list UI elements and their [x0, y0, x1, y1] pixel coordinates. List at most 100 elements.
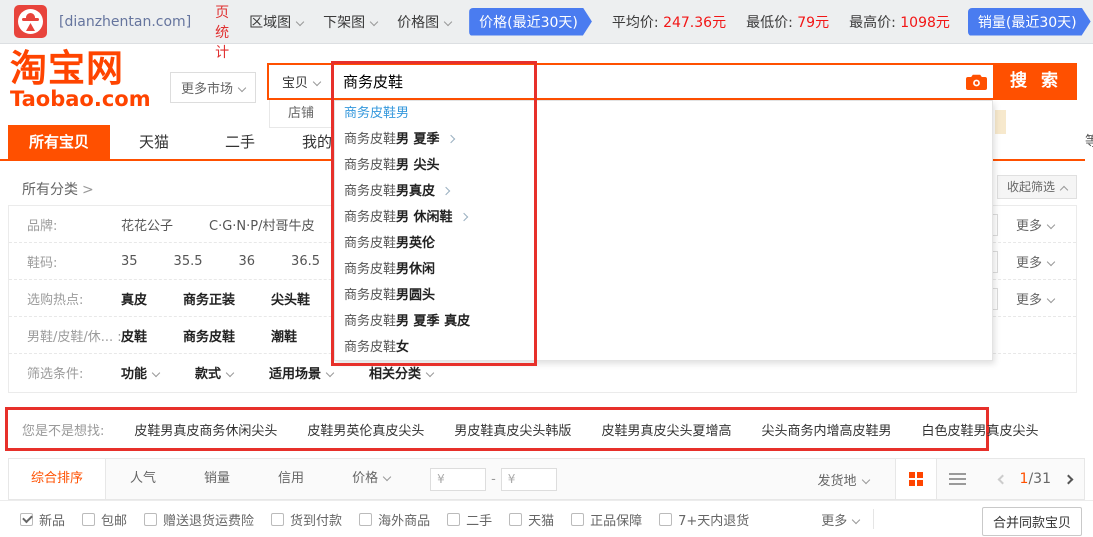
chevron-down-icon [861, 475, 869, 483]
checkbox[interactable] [447, 513, 460, 526]
sort-tab[interactable]: 价格 [328, 459, 414, 499]
taobao-logo[interactable]: 淘宝网 Taobao.com [10, 50, 151, 110]
main-tab[interactable]: 二手 [198, 125, 282, 159]
detective-extension-icon[interactable] [14, 5, 47, 38]
prev-page-icon[interactable] [997, 474, 1007, 484]
guess-link[interactable]: 白色皮鞋男真皮尖头 [921, 420, 1038, 439]
extension-site-link[interactable]: [dianzhentan.com] [59, 14, 191, 30]
service-checkbox-item[interactable]: 7+天内退货 [659, 510, 749, 529]
checkbox[interactable] [659, 513, 672, 526]
filter-value[interactable]: 功能 [121, 363, 159, 382]
guess-link[interactable]: 男皮鞋真皮尖头韩版 [454, 420, 571, 439]
more-markets-button[interactable]: 更多市场 [170, 72, 256, 103]
filter-label: 筛选条件: [9, 363, 121, 382]
filter-value[interactable]: 皮鞋 [121, 326, 147, 345]
taobao-logo-en: Taobao.com [10, 89, 151, 110]
filter-value[interactable]: 商务正装 [183, 289, 235, 308]
search-type-option-shop[interactable]: 店铺 [269, 100, 333, 128]
stats-menu-item[interactable]: 下架图 [323, 12, 377, 32]
more-button[interactable]: 更多 [1016, 215, 1054, 234]
suggestion-item[interactable]: 商务皮鞋男真皮 [335, 179, 992, 205]
price-range-separator: - [491, 472, 496, 487]
list-view-button[interactable] [937, 459, 979, 499]
guess-link[interactable]: 皮鞋男真皮商务休闲尖头 [134, 420, 277, 439]
filter-value[interactable]: 商务皮鞋 [183, 326, 235, 345]
page-stats-link[interactable]: 本页统计 [215, 0, 229, 62]
checkbox[interactable] [571, 513, 584, 526]
service-checkbox-item[interactable]: 天猫 [509, 510, 554, 529]
ship-from-select[interactable]: 发货地 [818, 470, 869, 489]
filter-value[interactable]: 花花公子 [121, 215, 173, 234]
checkbox[interactable] [359, 513, 372, 526]
stats-menu-item[interactable]: 价格图 [397, 12, 451, 32]
filter-value[interactable]: 36.5 [291, 254, 320, 269]
sort-tab[interactable]: 综合排序 [9, 459, 106, 499]
suggestion-item[interactable]: 商务皮鞋男 [335, 101, 992, 127]
grid-view-button[interactable] [895, 459, 937, 499]
service-checkbox-item[interactable]: 赠送退货运费险 [144, 510, 254, 529]
suggestion-item[interactable]: 商务皮鞋女 [335, 335, 992, 361]
sort-tab[interactable]: 销量 [180, 459, 254, 499]
more-button[interactable]: 更多 [1016, 252, 1054, 271]
search-box: 宝贝 [267, 63, 995, 100]
filter-value[interactable]: 尖头鞋 [271, 289, 310, 308]
filter-value[interactable]: 款式 [195, 363, 233, 382]
suggestion-item[interactable]: 商务皮鞋男 夏季 真皮 [335, 309, 992, 335]
filter-value[interactable]: 适用场景 [269, 363, 333, 382]
chevron-down-icon [1047, 221, 1055, 229]
chevron-down-icon [444, 17, 452, 25]
all-categories-link[interactable]: 所有分类> [22, 179, 94, 199]
service-checkbox-item[interactable]: 正品保障 [571, 510, 642, 529]
guess-link[interactable]: 尖头商务内增高皮鞋男 [761, 420, 891, 439]
sort-tab[interactable]: 信用 [254, 459, 328, 499]
search-input[interactable] [333, 65, 959, 98]
suggestion-item[interactable]: 商务皮鞋男 夏季 [335, 127, 992, 153]
sort-tabs: 综合排序 人气 销量 信用 价格 [9, 459, 414, 499]
filter-values: 功能 款式 适用场景 相关分类 [121, 363, 469, 382]
search-type-select[interactable]: 宝贝 [269, 72, 333, 91]
image-search-camera-icon[interactable] [959, 74, 993, 90]
suggestion-item[interactable]: 商务皮鞋男圆头 [335, 283, 992, 309]
checkbox[interactable] [509, 513, 522, 526]
collapse-filters-button[interactable]: 收起筛选 [997, 175, 1077, 199]
guess-link[interactable]: 皮鞋男真皮尖头夏增高 [601, 420, 731, 439]
sort-tab[interactable]: 人气 [106, 459, 180, 499]
service-checkbox-item[interactable]: 新品 [20, 510, 65, 529]
filter-value[interactable]: 35.5 [174, 254, 203, 269]
filter-value[interactable]: C·G·N·P/村哥牛皮 [209, 215, 315, 234]
suggestion-item[interactable]: 商务皮鞋男 尖头 [335, 153, 992, 179]
filter-value[interactable]: 35 [121, 254, 138, 269]
guess-link[interactable]: 皮鞋男英伦真皮尖头 [307, 420, 424, 439]
suggestion-item[interactable]: 商务皮鞋男休闲 [335, 257, 992, 283]
list-icon [949, 473, 966, 485]
price-max-input[interactable]: ¥ [501, 468, 557, 491]
filter-value[interactable]: 36 [239, 254, 256, 269]
stats-menu-item[interactable]: 区域图 [249, 12, 303, 32]
service-checkbox-item[interactable]: 货到付款 [271, 510, 342, 529]
price-min-input[interactable]: ¥ [430, 468, 486, 491]
price-stat: 最高价: 1098元 [849, 12, 950, 32]
service-checkbox-item[interactable]: 海外商品 [359, 510, 430, 529]
more-services-button[interactable]: 更多 [821, 510, 859, 529]
main-tab[interactable]: 所有宝贝 [8, 125, 110, 159]
checkbox[interactable] [144, 513, 157, 526]
filter-value[interactable]: 潮鞋 [271, 326, 297, 345]
service-checkbox-item[interactable]: 包邮 [82, 510, 127, 529]
suggestion-item[interactable]: 商务皮鞋男英伦 [335, 231, 992, 257]
more-button[interactable]: 更多 [1016, 289, 1054, 308]
search-button[interactable]: 搜 索 [995, 63, 1077, 100]
suggestion-item[interactable]: 商务皮鞋男 休闲鞋 [335, 205, 992, 231]
service-checkbox-item[interactable]: 二手 [447, 510, 492, 529]
filter-value[interactable]: 真皮 [121, 289, 147, 308]
checkbox[interactable] [82, 513, 95, 526]
chevron-down-icon [383, 473, 391, 481]
filter-values: 花花公子 C·G·N·P/村哥牛皮 [121, 215, 351, 234]
checkbox[interactable] [271, 513, 284, 526]
chevron-right-icon [459, 213, 467, 221]
main-tab[interactable]: 天猫 [110, 125, 198, 159]
checkbox[interactable] [20, 513, 33, 526]
service-checkboxes: 新品 包邮 赠送退货运费险 货到付款 [20, 510, 766, 529]
next-page-icon[interactable] [1064, 474, 1074, 484]
merge-same-items-button[interactable]: 合并同款宝贝 [982, 507, 1082, 536]
filter-value[interactable]: 相关分类 [369, 363, 433, 382]
